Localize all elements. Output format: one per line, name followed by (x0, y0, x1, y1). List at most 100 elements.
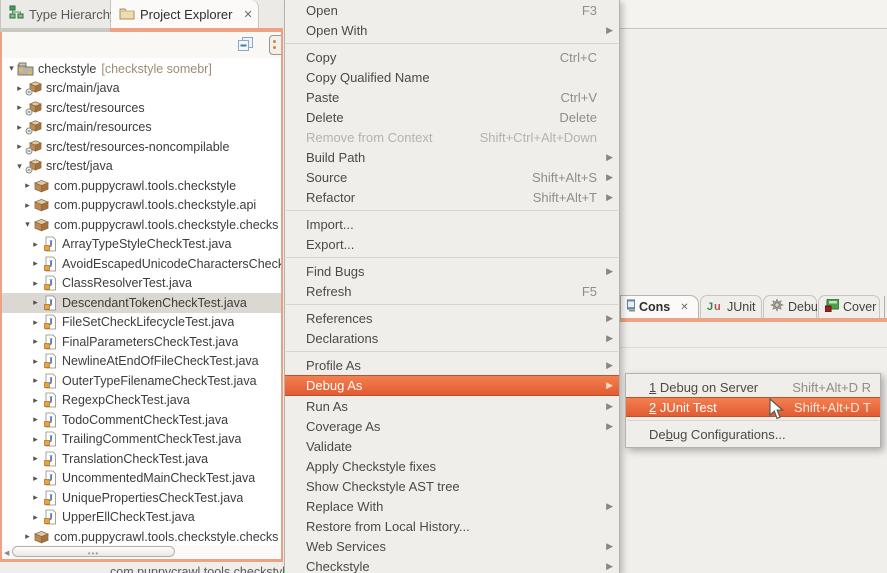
menu-item-find-bugs[interactable]: Find Bugs▶ (285, 261, 619, 281)
chevron-right-icon[interactable]: ▸ (30, 278, 41, 289)
tree-item[interactable]: ▸JFinalParametersCheckTest.java (2, 332, 281, 352)
tree-item[interactable]: ▸JUncommentedMainCheckTest.java (2, 469, 281, 489)
tree-item[interactable]: ▸com.puppycrawl.tools.checkstyle (2, 176, 281, 196)
view-tab-cons[interactable]: Cons✕ (620, 295, 699, 318)
menu-item-references[interactable]: References▶ (285, 308, 619, 328)
menu-item-declarations[interactable]: Declarations▶ (285, 328, 619, 348)
menu-item-web-services[interactable]: Web Services▶ (285, 536, 619, 556)
horizontal-scrollbar[interactable]: ◀ ••• (2, 545, 281, 559)
java-icon: J (41, 314, 58, 330)
java-icon: J (41, 431, 58, 447)
menu-item-delete[interactable]: DeleteDelete (285, 107, 619, 127)
menu-item-validate[interactable]: Validate (285, 436, 619, 456)
submenu-item-debug-configurations[interactable]: Debug Configurations... (626, 424, 880, 444)
tree-item[interactable]: ▸src/main/java (2, 79, 281, 99)
menu-item-open-with[interactable]: Open With▶ (285, 20, 619, 40)
chevron-right-icon[interactable]: ▸ (30, 414, 41, 425)
chevron-right-icon[interactable]: ▸ (30, 356, 41, 367)
chevron-down-icon[interactable]: ▾ (14, 161, 25, 172)
tree-item[interactable]: ▾checkstyle[checkstyle somebr] (2, 59, 281, 79)
chevron-right-icon[interactable]: ▸ (22, 531, 33, 542)
chevron-right-icon[interactable]: ▸ (30, 473, 41, 484)
menu-item-restore-from-local-history[interactable]: Restore from Local History... (285, 516, 619, 536)
tab-project-explorer[interactable]: Project Explorer ✕ (111, 0, 259, 28)
scroll-left-icon[interactable]: ◀ (4, 549, 9, 557)
view-tab-debu[interactable]: Debu (763, 295, 817, 318)
menu-item-debug-as[interactable]: Debug As▶ (285, 375, 619, 396)
close-icon[interactable]: ✕ (243, 8, 252, 21)
chevron-right-icon[interactable]: ▸ (30, 434, 41, 445)
menu-item-show-checkstyle-ast-tree[interactable]: Show Checkstyle AST tree (285, 476, 619, 496)
tree-item[interactable]: ▸JDescendantTokenCheckTest.java (2, 293, 281, 313)
close-icon[interactable]: ✕ (680, 302, 688, 313)
menu-item-import[interactable]: Import... (285, 214, 619, 234)
menu-item-refresh[interactable]: RefreshF5 (285, 281, 619, 301)
menu-item-copy-qualified-name[interactable]: Copy Qualified Name (285, 67, 619, 87)
tree-item[interactable]: ▸com.puppycrawl.tools.checkstyle.checks (2, 527, 281, 545)
collapse-all-icon[interactable] (236, 36, 255, 53)
tree-item[interactable]: ▸JUpperEllCheckTest.java (2, 508, 281, 528)
tree-item[interactable]: ▸JAvoidEscapedUnicodeCharactersCheckTest… (2, 254, 281, 274)
chevron-right-icon[interactable]: ▸ (30, 336, 41, 347)
menu-item-coverage-as[interactable]: Coverage As▶ (285, 416, 619, 436)
menu-item-build-path[interactable]: Build Path▶ (285, 147, 619, 167)
scrollbar-thumb[interactable]: ••• (12, 546, 175, 557)
menu-item-profile-as[interactable]: Profile As▶ (285, 355, 619, 375)
chevron-right-icon[interactable]: ▸ (22, 180, 33, 191)
java-icon: J (41, 256, 58, 272)
menu-item-label: Coverage As (306, 419, 380, 434)
tree-item[interactable]: ▸JRegexpCheckTest.java (2, 391, 281, 411)
menu-item-paste[interactable]: PasteCtrl+V (285, 87, 619, 107)
tree-item-label: src/test/resources (46, 101, 145, 115)
tree-item[interactable]: ▸JTrailingCommentCheckTest.java (2, 430, 281, 450)
chevron-down-icon[interactable]: ▾ (22, 219, 33, 230)
menu-item-checkstyle[interactable]: Checkstyle▶ (285, 556, 619, 573)
chevron-right-icon[interactable]: ▸ (22, 200, 33, 211)
submenu-arrow-icon: ▶ (601, 501, 613, 512)
tree-item[interactable]: ▸JOuterTypeFilenameCheckTest.java (2, 371, 281, 391)
tree-item[interactable]: ▸src/main/resources (2, 118, 281, 138)
menu-item-copy[interactable]: CopyCtrl+C (285, 47, 619, 67)
chevron-right-icon[interactable]: ▸ (30, 297, 41, 308)
menu-item-open[interactable]: OpenF3 (285, 0, 619, 20)
chevron-right-icon[interactable]: ▸ (30, 375, 41, 386)
tree-item[interactable]: ▸JUniquePropertiesCheckTest.java (2, 488, 281, 508)
chevron-right-icon[interactable]: ▸ (30, 239, 41, 250)
chevron-down-icon[interactable]: ▾ (6, 63, 17, 74)
tree-item[interactable]: ▸JTranslationCheckTest.java (2, 449, 281, 469)
view-tab-junit[interactable]: JuJUnit (700, 295, 762, 318)
chevron-right-icon[interactable]: ▸ (14, 122, 25, 133)
tree-item[interactable]: ▸JNewlineAtEndOfFileCheckTest.java (2, 352, 281, 372)
tree-item[interactable]: ▾src/test/java (2, 157, 281, 177)
chevron-right-icon[interactable]: ▸ (30, 258, 41, 269)
view-menu-button[interactable] (269, 35, 281, 55)
chevron-right-icon[interactable]: ▸ (30, 512, 41, 523)
tab-type-hierarchy[interactable]: Type Hierarchy (1, 0, 111, 28)
menu-item-replace-with[interactable]: Replace With▶ (285, 496, 619, 516)
tree-item[interactable]: ▸com.puppycrawl.tools.checkstyle.api (2, 196, 281, 216)
menu-item-refactor[interactable]: RefactorShift+Alt+T▶ (285, 187, 619, 207)
chevron-right-icon[interactable]: ▸ (30, 317, 41, 328)
menu-item-export[interactable]: Export... (285, 234, 619, 254)
chevron-right-icon[interactable]: ▸ (14, 83, 25, 94)
menu-item-run-as[interactable]: Run As▶ (285, 396, 619, 416)
menu-shortcut: F5 (582, 284, 597, 299)
coverage-icon (825, 299, 839, 315)
tree-item[interactable]: ▸src/test/resources-noncompilable (2, 137, 281, 157)
chevron-right-icon[interactable]: ▸ (30, 492, 41, 503)
menu-item-apply-checkstyle-fixes[interactable]: Apply Checkstyle fixes (285, 456, 619, 476)
tree-item[interactable]: ▸JFileSetCheckLifecycleTest.java (2, 313, 281, 333)
view-tab-cover[interactable]: Cover (818, 295, 880, 318)
chevron-right-icon[interactable]: ▸ (30, 453, 41, 464)
chevron-right-icon[interactable]: ▸ (14, 102, 25, 113)
tree-item[interactable]: ▸JTodoCommentCheckTest.java (2, 410, 281, 430)
chevron-right-icon[interactable]: ▸ (14, 141, 25, 152)
tree-item[interactable]: ▾com.puppycrawl.tools.checkstyle.checks (2, 215, 281, 235)
submenu-item-1-debug-on-server[interactable]: 1 Debug on ServerShift+Alt+D R (626, 377, 880, 397)
menu-item-source[interactable]: SourceShift+Alt+S▶ (285, 167, 619, 187)
tree-item[interactable]: ▸ src/test/resources (2, 98, 281, 118)
submenu-item-2-junit-test[interactable]: 2 JUnit TestShift+Alt+D T (626, 397, 880, 417)
tree-item[interactable]: ▸JArrayTypeStyleCheckTest.java (2, 235, 281, 255)
tree-item[interactable]: ▸JClassResolverTest.java (2, 274, 281, 294)
chevron-right-icon[interactable]: ▸ (30, 395, 41, 406)
